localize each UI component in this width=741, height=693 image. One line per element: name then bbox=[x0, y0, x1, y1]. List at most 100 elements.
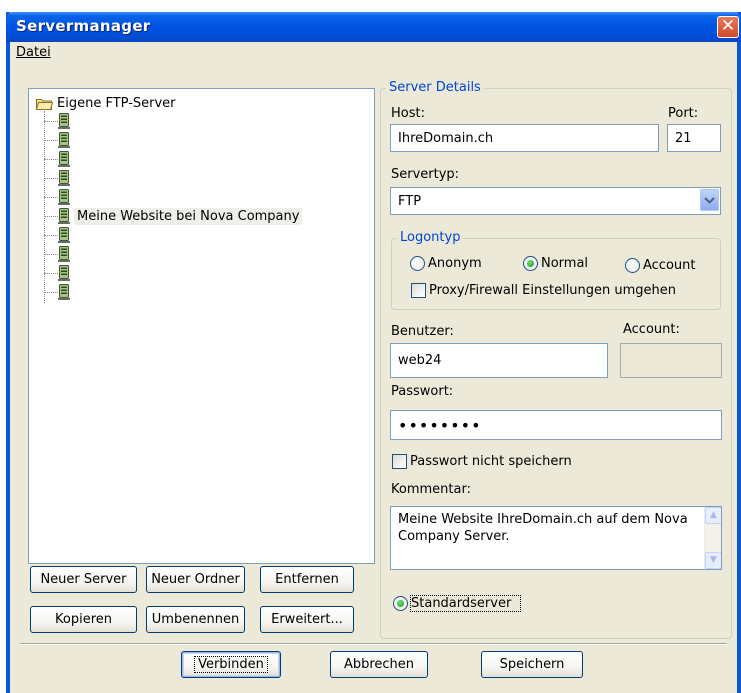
menu-bar: Datei bbox=[10, 42, 737, 64]
radio-icon bbox=[410, 256, 425, 271]
tree-line bbox=[44, 120, 58, 122]
checkbox-icon bbox=[411, 283, 426, 298]
logon-normal-radio[interactable]: Normal bbox=[523, 256, 588, 271]
tree-line bbox=[44, 215, 58, 217]
server-icon bbox=[58, 170, 70, 186]
password-input[interactable]: •••••••• bbox=[390, 410, 722, 440]
tree-node[interactable] bbox=[44, 169, 70, 187]
server-icon bbox=[58, 265, 70, 281]
tree-line bbox=[44, 158, 58, 160]
close-button[interactable]: ✕ bbox=[717, 16, 739, 38]
tree-root[interactable]: Eigene FTP-Server bbox=[36, 93, 176, 113]
tree-line bbox=[44, 291, 58, 293]
logon-anonym-radio[interactable]: Anonym bbox=[410, 256, 482, 271]
folder-open-icon bbox=[36, 98, 53, 110]
logon-anonym-label: Anonym bbox=[428, 256, 482, 271]
tree-node[interactable] bbox=[44, 188, 70, 206]
tree-line bbox=[44, 196, 58, 198]
tree-node[interactable] bbox=[44, 245, 70, 263]
host-input[interactable]: IhreDomain.ch bbox=[390, 124, 659, 152]
advanced-label: Erweitert... bbox=[271, 612, 343, 627]
server-icon bbox=[58, 246, 70, 262]
logon-account-label: Account bbox=[643, 258, 696, 273]
tree-root-label: Eigene FTP-Server bbox=[57, 95, 176, 111]
rename-button[interactable]: Umbenennen bbox=[146, 606, 245, 633]
proxy-bypass-label: Proxy/Firewall Einstellungen umgehen bbox=[429, 283, 677, 298]
new-server-button[interactable]: Neuer Server bbox=[30, 566, 137, 593]
server-icon bbox=[58, 284, 70, 300]
no-save-password-checkbox[interactable]: Passwort nicht speichern bbox=[392, 454, 572, 469]
tree-line bbox=[44, 177, 58, 179]
title-bar[interactable]: Servermanager ✕ bbox=[6, 12, 741, 42]
menu-file[interactable]: Datei bbox=[16, 45, 51, 60]
servertype-select[interactable]: FTP bbox=[390, 187, 721, 215]
no-save-password-label: Passwort nicht speichern bbox=[410, 454, 572, 469]
servermanager-window: Servermanager ✕ Datei Eigene FTP-Server … bbox=[6, 12, 741, 693]
scroll-up-button[interactable]: ▲ bbox=[705, 507, 721, 524]
dropdown-button[interactable] bbox=[700, 189, 719, 211]
radio-checked-icon bbox=[523, 256, 538, 271]
password-value: •••••••• bbox=[398, 415, 482, 435]
comment-scrollbar[interactable]: ▲ ▼ bbox=[704, 507, 721, 569]
proxy-bypass-checkbox[interactable]: Proxy/Firewall Einstellungen umgehen bbox=[411, 283, 676, 298]
tree-node[interactable] bbox=[44, 283, 70, 301]
connect-button[interactable]: Verbinden bbox=[181, 651, 281, 678]
tree-line bbox=[44, 253, 58, 255]
radio-checked-icon bbox=[393, 596, 408, 611]
tree-node[interactable] bbox=[44, 131, 70, 149]
copy-label: Kopieren bbox=[55, 612, 112, 627]
logon-account-radio[interactable]: Account bbox=[625, 258, 696, 273]
footer-separator bbox=[20, 643, 727, 645]
new-folder-button[interactable]: Neuer Ordner bbox=[146, 566, 245, 593]
checkbox-icon bbox=[392, 454, 407, 469]
advanced-button[interactable]: Erweitert... bbox=[260, 606, 354, 633]
radio-icon bbox=[625, 258, 640, 273]
scroll-down-button[interactable]: ▼ bbox=[705, 552, 721, 569]
server-icon bbox=[58, 227, 70, 243]
account-label: Account: bbox=[623, 322, 680, 337]
remove-label: Entfernen bbox=[275, 572, 339, 587]
tree-node-label: Meine Website bei Nova Company bbox=[74, 207, 303, 225]
user-label: Benutzer: bbox=[391, 324, 454, 339]
comment-label: Kommentar: bbox=[391, 482, 471, 497]
remove-button[interactable]: Entfernen bbox=[260, 566, 354, 593]
tree-line bbox=[44, 272, 58, 274]
tree-node[interactable]: Meine Website bei Nova Company bbox=[44, 207, 303, 225]
tree-line bbox=[44, 139, 58, 141]
tree-node[interactable] bbox=[44, 150, 70, 168]
cancel-button[interactable]: Abbrechen bbox=[330, 651, 428, 678]
servertype-label: Servertyp: bbox=[391, 167, 460, 182]
tree-node[interactable] bbox=[44, 112, 70, 130]
default-server-label: Standardserver bbox=[410, 595, 521, 612]
logon-type-group: Logontyp bbox=[391, 230, 721, 310]
server-tree[interactable]: Eigene FTP-Server Meine Website bei Nova… bbox=[28, 88, 375, 564]
window-title: Servermanager bbox=[16, 17, 151, 35]
rename-label: Umbenennen bbox=[151, 612, 240, 627]
server-icon bbox=[58, 132, 70, 148]
save-button[interactable]: Speichern bbox=[481, 651, 583, 678]
new-server-label: Neuer Server bbox=[40, 572, 127, 587]
port-label: Port: bbox=[668, 106, 699, 121]
comment-textarea[interactable]: Meine Website IhreDomain.ch auf dem Nova… bbox=[390, 506, 722, 570]
server-icon bbox=[58, 189, 70, 205]
new-folder-label: Neuer Ordner bbox=[151, 572, 240, 587]
port-input[interactable]: 21 bbox=[667, 124, 721, 152]
logon-normal-label: Normal bbox=[541, 256, 589, 271]
default-server-radio[interactable]: Standardserver bbox=[393, 595, 521, 612]
account-input[interactable] bbox=[620, 343, 722, 378]
host-label: Host: bbox=[391, 106, 425, 121]
server-details-title: Server Details bbox=[386, 80, 484, 95]
servertype-value: FTP bbox=[398, 193, 422, 209]
user-input[interactable]: web24 bbox=[390, 343, 608, 378]
copy-button[interactable]: Kopieren bbox=[30, 606, 137, 633]
logon-type-title: Logontyp bbox=[397, 230, 464, 245]
server-icon bbox=[58, 113, 70, 129]
server-icon bbox=[58, 151, 70, 167]
chevron-down-icon bbox=[704, 197, 715, 204]
chevron-up-icon: ▲ bbox=[710, 510, 717, 520]
server-icon bbox=[58, 208, 70, 224]
cancel-label: Abbrechen bbox=[343, 657, 415, 672]
tree-node[interactable] bbox=[44, 226, 70, 244]
password-label: Passwort: bbox=[391, 384, 454, 399]
tree-node[interactable] bbox=[44, 264, 70, 282]
